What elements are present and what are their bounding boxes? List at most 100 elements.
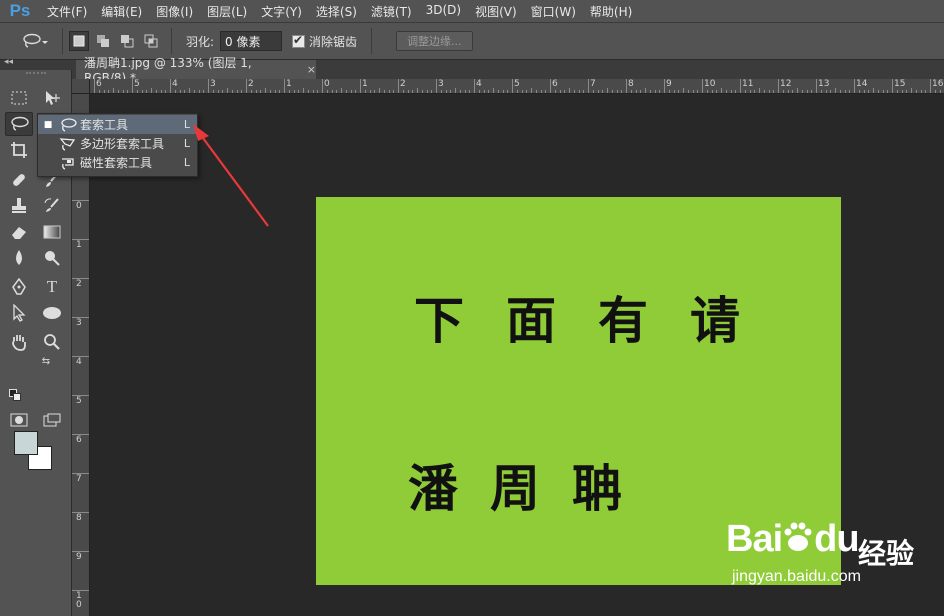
menu-item[interactable]: 窗口(W)	[524, 3, 583, 20]
move-tool[interactable]	[38, 86, 66, 110]
tool-preset-picker[interactable]	[14, 28, 56, 54]
ruler-tick	[72, 473, 89, 474]
marquee-tool[interactable]	[5, 86, 33, 110]
swap-icon: ⇆	[41, 355, 51, 367]
pen-tool[interactable]	[5, 275, 33, 299]
ruler-origin[interactable]	[72, 79, 90, 94]
menu-item[interactable]: 图像(I)	[149, 3, 200, 20]
add-to-selection-button[interactable]	[93, 31, 113, 51]
ruler-minor-tick	[231, 90, 233, 93]
lasso-tool[interactable]	[5, 112, 33, 136]
toolbox-header[interactable]: ◂◂	[0, 57, 72, 70]
ruler-tick-label: 1	[286, 79, 292, 89]
flyout-item-lasso[interactable]: ■ 套索工具 L	[38, 115, 197, 134]
ruler-minor-tick	[108, 90, 110, 93]
ruler-minor-tick	[241, 90, 243, 93]
ruler-tick-label: 14	[856, 79, 868, 89]
ellipse-icon	[43, 307, 61, 319]
ruler-minor-tick	[692, 90, 694, 93]
ruler-horizontal[interactable]: 6 5 4 3 2 1 0 1 2 3 4 5 6 7 8 9 10 11 12 13 14 15 16	[90, 79, 944, 94]
menu-item[interactable]: 滤镜(T)	[364, 3, 419, 20]
subtract-from-selection-button[interactable]	[117, 31, 137, 51]
menu-item[interactable]: 文字(Y)	[254, 3, 309, 20]
menu-item[interactable]: 选择(S)	[309, 3, 364, 20]
ruler-minor-tick	[559, 90, 561, 93]
foreground-color-swatch[interactable]	[14, 431, 38, 455]
hand-tool[interactable]	[5, 330, 33, 354]
ruler-minor-tick	[554, 90, 556, 93]
ruler-minor-tick	[160, 90, 162, 93]
quick-mask-icon	[10, 413, 28, 427]
ruler-tick	[72, 395, 89, 396]
ruler-tick	[626, 79, 627, 93]
hand-icon	[12, 335, 26, 351]
close-icon[interactable]: ×	[307, 63, 316, 76]
intersect-selection-button[interactable]	[141, 31, 161, 51]
lasso-icon	[23, 33, 48, 48]
menu-item[interactable]: 帮助(H)	[583, 3, 639, 20]
ruler-minor-tick	[602, 90, 604, 93]
ruler-minor-tick	[887, 90, 889, 93]
move-icon	[46, 91, 60, 105]
ruler-minor-tick	[896, 90, 898, 93]
flyout-shortcut: L	[183, 137, 191, 150]
refine-edge-button[interactable]: 调整边缘...	[396, 31, 473, 51]
swap-colors-button[interactable]: ⇆	[38, 354, 54, 368]
quick-mask-button[interactable]	[5, 408, 33, 432]
selected-bullet-icon: ■	[43, 119, 53, 130]
menu-bar: Ps 文件(F) 编辑(E) 图像(I) 图层(L) 文字(Y) 选择(S) 滤镜(T) 3D…	[0, 0, 944, 22]
ruler-minor-tick	[607, 88, 608, 93]
default-colors-button[interactable]	[8, 388, 22, 402]
new-selection-button[interactable]	[69, 31, 89, 51]
lasso-tool-flyout: ■ 套索工具 L 多边形套索工具 L 磁性套索工具 L	[37, 113, 198, 177]
document-tab[interactable]: 潘周聃1.jpg @ 133% (图层 1, RGB/8) * ×	[76, 56, 316, 85]
type-tool[interactable]: T	[38, 275, 66, 299]
ruler-minor-tick	[374, 90, 376, 93]
document-tab-strip: 潘周聃1.jpg @ 133% (图层 1, RGB/8) * ×	[72, 56, 944, 85]
ruler-minor-tick	[459, 90, 461, 93]
ruler-minor-tick	[863, 90, 865, 93]
anti-alias-checkbox[interactable]	[292, 33, 306, 48]
menu-item[interactable]: 编辑(E)	[94, 3, 149, 20]
blur-tool[interactable]	[5, 246, 33, 270]
ruler-tick	[72, 590, 89, 591]
zoom-tool[interactable]	[38, 330, 66, 354]
toolbox-grip[interactable]	[26, 72, 46, 76]
ruler-minor-tick	[697, 90, 699, 93]
screen-mode-button[interactable]	[38, 408, 66, 432]
ruler-minor-tick	[939, 90, 941, 93]
polygonal-lasso-icon	[58, 137, 78, 151]
clone-stamp-tool[interactable]	[5, 194, 33, 218]
ruler-minor-tick	[611, 90, 613, 93]
history-brush-tool[interactable]	[38, 194, 66, 218]
ruler-minor-tick	[630, 90, 632, 93]
menu-item[interactable]: 3D(D)	[419, 3, 468, 20]
ruler-minor-tick	[279, 90, 281, 93]
crop-tool[interactable]	[5, 138, 33, 162]
ruler-minor-tick	[293, 90, 295, 93]
ellipse-tool[interactable]	[38, 301, 66, 325]
dodge-tool[interactable]	[38, 246, 66, 270]
menu-item[interactable]: 文件(F)	[40, 3, 94, 20]
baidu-watermark: Bai du 经验 jingyan.baidu.com	[726, 518, 936, 598]
ruler-tick-label: 3	[438, 79, 444, 89]
ruler-tick	[132, 79, 133, 93]
ruler-minor-tick	[103, 90, 105, 93]
ruler-minor-tick	[141, 90, 143, 93]
menu-item[interactable]: 视图(V)	[468, 3, 524, 20]
ruler-tick	[72, 356, 89, 357]
collapse-icon[interactable]: ◂◂	[4, 57, 13, 67]
path-selection-tool[interactable]	[5, 301, 33, 325]
ruler-tick	[512, 79, 513, 93]
menu-item[interactable]: 图层(L)	[200, 3, 254, 20]
flyout-item-polygonal-lasso[interactable]: 多边形套索工具 L	[38, 134, 197, 153]
ruler-minor-tick	[911, 88, 912, 93]
flyout-item-magnetic-lasso[interactable]: 磁性套索工具 L	[38, 153, 197, 172]
bandage-icon	[13, 174, 25, 186]
feather-input[interactable]	[220, 31, 283, 51]
healing-brush-tool[interactable]	[5, 168, 33, 192]
anti-alias-label: 消除锯齿	[309, 34, 358, 49]
eraser-tool[interactable]	[5, 220, 33, 244]
ruler-tick	[892, 79, 893, 93]
gradient-tool[interactable]	[38, 220, 66, 244]
